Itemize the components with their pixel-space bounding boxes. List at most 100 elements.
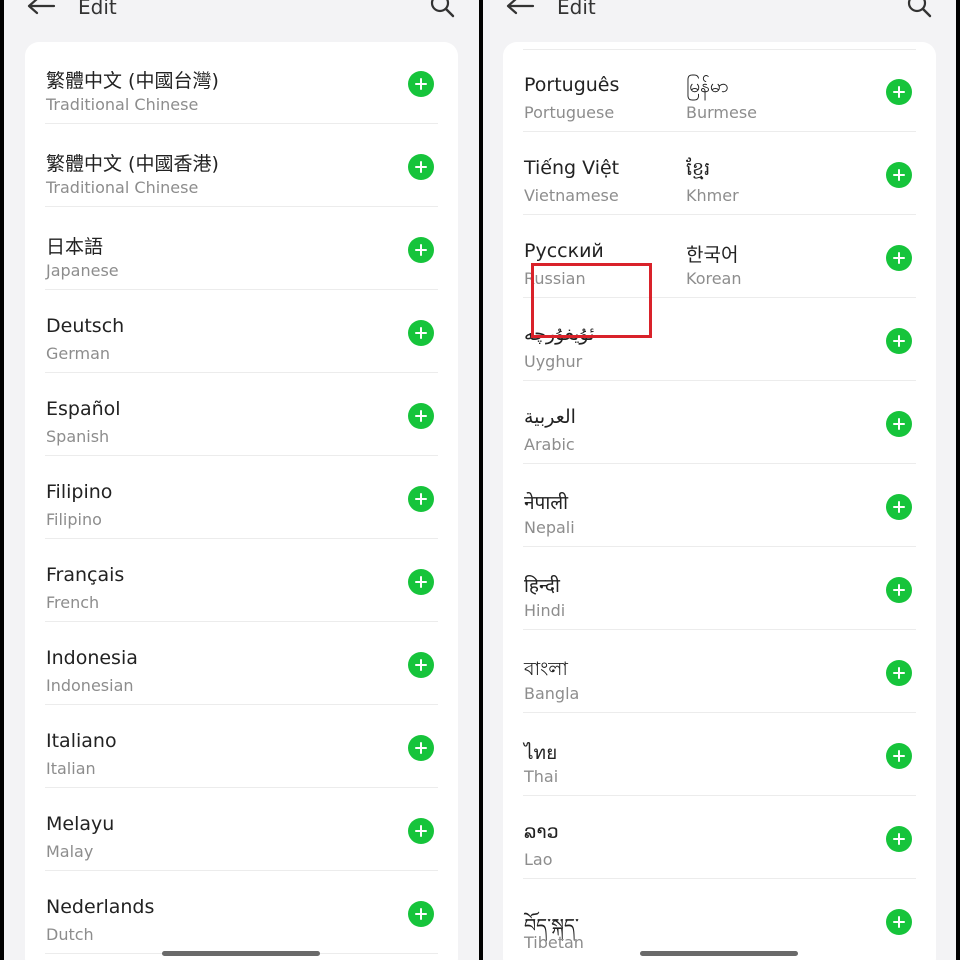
language-row[interactable]: 日本語 Japanese xyxy=(25,208,458,290)
add-circle-icon[interactable] xyxy=(886,245,912,271)
left-screen: Edit 繁體中文 (中國台灣) Traditional Chinese 繁體中文 … xyxy=(4,0,479,960)
language-native-name: Русский xyxy=(524,240,604,262)
row-divider xyxy=(45,289,438,290)
language-row[interactable]: हिन्दी Hindi xyxy=(503,548,936,630)
add-circle-icon[interactable] xyxy=(886,328,912,354)
add-circle-icon[interactable] xyxy=(886,826,912,852)
back-arrow-icon[interactable] xyxy=(503,0,537,20)
language-native-name: Français xyxy=(46,564,125,586)
language-english-name: Italian xyxy=(46,759,96,778)
add-circle-icon[interactable] xyxy=(408,320,434,346)
language-native-name: 繁體中文 (中國台灣) xyxy=(46,70,219,92)
back-arrow-icon[interactable] xyxy=(24,0,58,20)
language-native-name: ไทย xyxy=(524,742,558,764)
language-native-name: Filipino xyxy=(46,481,113,503)
add-circle-icon[interactable] xyxy=(408,818,434,844)
language-row[interactable]: Italiano Italian xyxy=(25,706,458,788)
language-english-name: Arabic xyxy=(524,435,575,454)
add-circle-icon[interactable] xyxy=(408,901,434,927)
row-divider xyxy=(523,546,916,547)
row-divider xyxy=(45,704,438,705)
search-icon[interactable] xyxy=(428,0,456,20)
search-icon[interactable] xyxy=(905,0,933,20)
row-divider xyxy=(45,206,438,207)
page-title: Edit xyxy=(557,0,596,19)
language-row[interactable]: Melayu Malay xyxy=(25,789,458,871)
row-divider xyxy=(523,795,916,796)
add-circle-icon[interactable] xyxy=(408,154,434,180)
row-divider xyxy=(523,380,916,381)
language-english-name-secondary: Korean xyxy=(686,269,742,288)
row-divider xyxy=(523,878,916,879)
language-row[interactable]: Tiếng Việt Vietnamese ខ្មែរ Khmer xyxy=(503,133,936,215)
language-native-name: Português xyxy=(524,74,620,96)
row-divider xyxy=(45,123,438,124)
language-native-name-secondary: မြန်မာ xyxy=(686,75,729,97)
language-row[interactable]: Português Portuguese မြန်မာ Burmese xyxy=(503,50,936,132)
add-circle-icon[interactable] xyxy=(408,569,434,595)
right-screen: Edit Português Portuguese မြန်မာ Burmese Tiế… xyxy=(483,0,956,960)
language-native-name: Tiếng Việt xyxy=(524,157,620,179)
language-english-name: Nepali xyxy=(524,518,575,537)
language-native-name-secondary: 한국어 xyxy=(686,244,739,266)
language-native-name: Melayu xyxy=(46,813,115,835)
language-row[interactable]: Español Spanish xyxy=(25,374,458,456)
language-native-name: Nederlands xyxy=(46,896,155,918)
add-circle-icon[interactable] xyxy=(886,494,912,520)
language-row[interactable]: Français French xyxy=(25,540,458,622)
row-divider xyxy=(45,538,438,539)
language-row[interactable]: 繁體中文 (中國香港) Traditional Chinese xyxy=(25,125,458,207)
add-circle-icon[interactable] xyxy=(408,237,434,263)
language-row[interactable]: العربية Arabic xyxy=(503,382,936,464)
home-indicator xyxy=(640,951,798,956)
language-list: Português Portuguese မြန်မာ Burmese Tiếng Vi… xyxy=(503,42,936,960)
language-english-name: Dutch xyxy=(46,925,94,944)
add-circle-icon[interactable] xyxy=(408,71,434,97)
language-english-name: Thai xyxy=(524,767,559,786)
russian-highlight-box xyxy=(531,263,652,338)
language-english-name: Hindi xyxy=(524,601,566,620)
language-row[interactable]: ລາວ Lao xyxy=(503,797,936,879)
language-row[interactable]: বাংলা Bangla xyxy=(503,631,936,713)
language-native-name: Indonesia xyxy=(46,647,138,669)
add-circle-icon[interactable] xyxy=(886,162,912,188)
language-list: 繁體中文 (中國台灣) Traditional Chinese 繁體中文 (中國香港… xyxy=(25,42,458,960)
row-divider xyxy=(45,870,438,871)
language-row[interactable]: Nederlands Dutch xyxy=(25,872,458,954)
language-row[interactable]: नेपाली Nepali xyxy=(503,465,936,547)
page-title: Edit xyxy=(78,0,117,19)
language-native-name: Italiano xyxy=(46,730,117,752)
add-circle-icon[interactable] xyxy=(886,743,912,769)
language-row[interactable]: 繁體中文 (中國台灣) Traditional Chinese xyxy=(25,42,458,124)
language-english-name: Portuguese xyxy=(524,103,615,122)
add-circle-icon[interactable] xyxy=(408,403,434,429)
add-circle-icon[interactable] xyxy=(886,411,912,437)
language-row[interactable]: ไทย Thai xyxy=(503,714,936,796)
language-english-name: Bangla xyxy=(524,684,580,703)
add-circle-icon[interactable] xyxy=(408,486,434,512)
language-native-name: Español xyxy=(46,398,121,420)
add-circle-icon[interactable] xyxy=(886,660,912,686)
add-circle-icon[interactable] xyxy=(408,652,434,678)
row-divider xyxy=(523,629,916,630)
language-row[interactable]: Indonesia Indonesian xyxy=(25,623,458,705)
language-native-name: العربية xyxy=(524,406,576,428)
language-english-name: Tibetan xyxy=(524,933,584,952)
language-row[interactable]: Deutsch German xyxy=(25,291,458,373)
language-row[interactable]: བོད་སྐད་ Tibetan xyxy=(503,880,936,960)
language-row[interactable]: Filipino Filipino xyxy=(25,457,458,539)
add-circle-icon[interactable] xyxy=(886,909,912,935)
top-bar: Edit xyxy=(4,0,479,26)
language-native-name-secondary: ខ្មែរ xyxy=(686,158,711,180)
add-circle-icon[interactable] xyxy=(408,735,434,761)
language-english-name: German xyxy=(46,344,111,363)
language-native-name: नेपाली xyxy=(524,492,569,514)
row-divider xyxy=(523,463,916,464)
row-divider xyxy=(45,621,438,622)
language-native-name: ລາວ xyxy=(524,821,559,843)
add-circle-icon[interactable] xyxy=(886,79,912,105)
row-divider xyxy=(523,214,916,215)
language-english-name: Japanese xyxy=(46,261,119,280)
language-english-name: Filipino xyxy=(46,510,102,529)
add-circle-icon[interactable] xyxy=(886,577,912,603)
